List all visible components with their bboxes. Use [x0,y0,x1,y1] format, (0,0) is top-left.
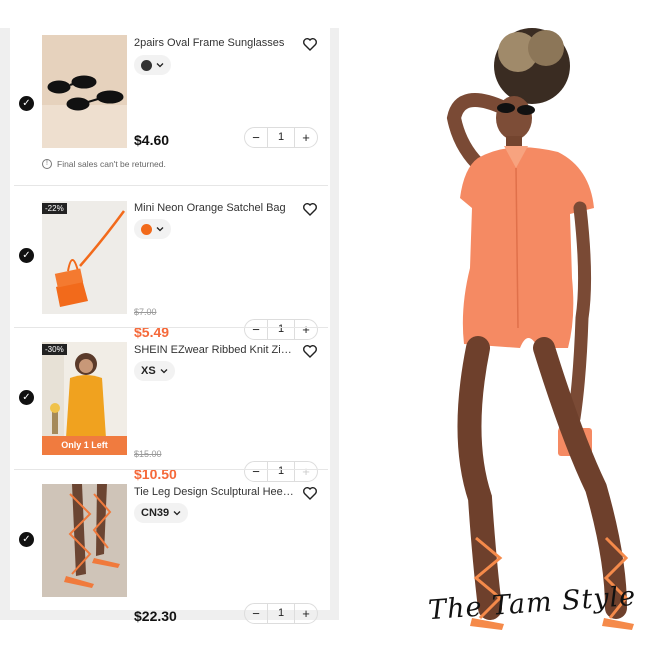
final-sale-notice: ! Final sales can't be returned. [42,159,166,169]
discount-badge: -30% [42,344,67,355]
size-selector[interactable]: XS [134,361,175,381]
info-icon: ! [42,159,52,169]
variant-selector[interactable] [134,55,171,75]
orange-bag-photo [42,201,127,314]
product-image-romper[interactable]: -30% Only 1 Left [42,342,127,455]
product-title[interactable]: SHEIN EZwear Ribbed Knit Zipp... [134,344,294,356]
chevron-down-icon [156,227,164,232]
product-price: $4.60 [134,132,170,148]
size-selector[interactable]: CN39 [134,503,189,523]
item-select-check-icon[interactable]: ✓ [19,532,34,547]
product-price: $22.30 [134,608,177,624]
quantity-stepper: − 1 + [244,603,318,624]
minus-icon[interactable]: − [245,128,267,147]
product-image-sunglasses[interactable] [42,35,127,148]
minus-icon[interactable]: − [245,604,267,623]
product-title[interactable]: Mini Neon Orange Satchel Bag [134,202,294,214]
shopping-cart-list: ✓ 2pairs Oval Frame Sunglasses $4.60 − 1… [10,28,330,624]
chevron-down-icon [173,511,181,516]
item-select-check-icon[interactable]: ✓ [19,248,34,263]
low-stock-banner: Only 1 Left [42,436,127,455]
cart-item: ✓ Tie Leg Design Sculptural Heele... CN3… [10,470,330,624]
plus-icon[interactable]: + [295,604,317,623]
quantity-value[interactable]: 1 [267,604,295,623]
color-swatch [141,223,152,235]
variant-selector[interactable] [134,219,171,239]
chevron-down-icon [160,369,168,374]
wishlist-heart-icon[interactable] [302,485,318,501]
size-label: CN39 [141,507,170,519]
notice-text: Final sales can't be returned. [57,159,166,169]
original-price: $7.00 [134,307,157,317]
wishlist-heart-icon[interactable] [302,343,318,359]
quantity-stepper: − 1 + [244,127,318,148]
cart-item: ✓ -22% Mini Neon Orange Satchel Bag $7.0… [10,186,330,340]
chevron-down-icon [156,63,164,68]
wishlist-heart-icon[interactable] [302,36,318,52]
item-select-check-icon[interactable]: ✓ [19,390,34,405]
original-price: $15.00 [134,449,162,459]
product-image-heels[interactable] [42,484,127,597]
wishlist-heart-icon[interactable] [302,201,318,217]
product-title[interactable]: 2pairs Oval Frame Sunglasses [134,37,294,49]
tie-leg-heels-photo [42,484,127,597]
sunglasses-photo [42,35,127,148]
cart-item: ✓ 2pairs Oval Frame Sunglasses $4.60 − 1… [10,28,330,185]
color-swatch [141,59,152,71]
discount-badge: -22% [42,203,67,214]
product-title[interactable]: Tie Leg Design Sculptural Heele... [134,486,294,498]
model-outfit-photo [446,28,634,630]
product-image-bag[interactable]: -22% [42,201,127,314]
item-select-check-icon[interactable]: ✓ [19,96,34,111]
quantity-value[interactable]: 1 [267,128,295,147]
cart-item: ✓ -30% Only 1 Left SHEIN EZwear Ribbed K… [10,328,330,482]
size-label: XS [141,365,156,377]
plus-icon[interactable]: + [295,128,317,147]
